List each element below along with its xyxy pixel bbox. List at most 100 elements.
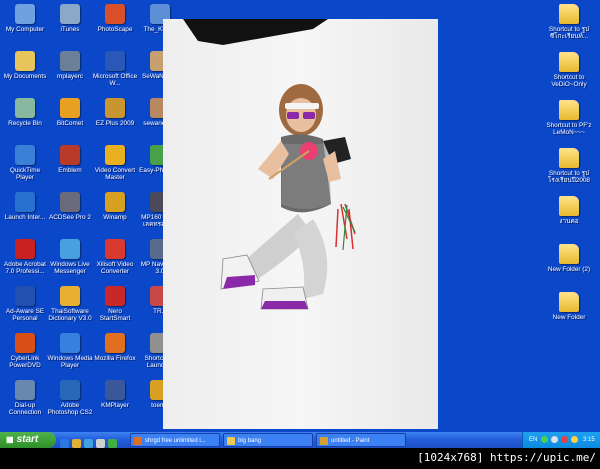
- mplayerc-icon: [60, 51, 80, 71]
- desktop-icon[interactable]: My Documents: [2, 51, 48, 80]
- emblem-icon: [60, 145, 80, 165]
- quick-launch-bar: [60, 435, 120, 448]
- desktop-icon-label: ACDSee Pro 2: [49, 214, 91, 221]
- taskbar-task-button[interactable]: shrgd free unlimited i...: [130, 433, 220, 447]
- powerdvd-icon: [15, 333, 35, 353]
- language-indicator[interactable]: EN: [529, 432, 537, 448]
- desktop-icon-label: New Folder: [552, 314, 586, 321]
- folder-icon: [559, 4, 579, 24]
- desktop-icon-label: QuickTime Player: [9, 167, 41, 182]
- desktop-icon[interactable]: Shortcut to รูป โรงเรียนปี2008: [546, 148, 592, 185]
- desktop-icon-label: EZ Plus 2009: [95, 120, 135, 127]
- video-convert-icon: [105, 145, 125, 165]
- firefox-task-icon: [134, 437, 142, 445]
- desktop-icon[interactable]: Nero StartSmart: [92, 286, 138, 323]
- desktop-icon-label: Recycle Bin: [8, 120, 42, 127]
- folder-icon: [559, 52, 579, 72]
- photoshop-icon: [60, 380, 80, 400]
- desktop-icon-label: Nero StartSmart: [99, 308, 131, 323]
- winamp-icon: [105, 192, 125, 212]
- desktop-icon-label: PhotoScape: [97, 26, 133, 33]
- windows-flag-icon: ▦: [6, 435, 14, 444]
- volume-icon[interactable]: [551, 436, 558, 443]
- desktop-icon[interactable]: Windows Media Player: [47, 333, 93, 370]
- desktop-icon[interactable]: BitComet: [47, 98, 93, 127]
- desktop-icon[interactable]: Adobe Acrobat 7.0 Professi...: [2, 239, 48, 276]
- ie-quicklaunch-icon[interactable]: [60, 439, 69, 448]
- task-label: big bang: [238, 438, 262, 444]
- desktop-icon[interactable]: Video Convert Master: [92, 145, 138, 182]
- messenger-quicklaunch-icon[interactable]: [108, 439, 117, 448]
- acdsee-icon: [60, 192, 80, 212]
- desktop-icon-label: Emblem: [58, 167, 82, 174]
- folder-icon: [559, 148, 579, 168]
- desktop-icon-label: Windows Live Messenger: [50, 261, 90, 276]
- desktop-icon[interactable]: My Computer: [2, 4, 48, 33]
- outlook-quicklaunch-icon[interactable]: [72, 439, 81, 448]
- desktop-icon[interactable]: Microsoft Office W...: [92, 51, 138, 88]
- desktop-icon[interactable]: CyberLink PowerDVD: [2, 333, 48, 370]
- media-quicklaunch-icon[interactable]: [84, 439, 93, 448]
- desktop-icon-label: Windows Media Player: [47, 355, 93, 370]
- desktop[interactable]: My Computer iTunes PhotoScape The_KMP... My …: [0, 0, 600, 432]
- desktop-icon-label: งานคอ: [559, 218, 579, 225]
- desktop-icon[interactable]: ACDSee Pro 2: [47, 192, 93, 221]
- desktop-icon-label: CyberLink PowerDVD: [9, 355, 41, 370]
- messenger-icon: [60, 239, 80, 259]
- network-icon[interactable]: [541, 436, 548, 443]
- xilisoft-icon: [105, 239, 125, 259]
- desktop-icon-label: Microsoft Office W...: [92, 73, 138, 88]
- desktop-icon[interactable]: New Folder: [546, 292, 592, 321]
- folder-icon: [559, 244, 579, 264]
- firefox-icon: [105, 333, 125, 353]
- desktop-icon[interactable]: iTunes: [47, 4, 93, 33]
- desktop-icon[interactable]: Adobe Photoshop CS2: [47, 380, 93, 417]
- photoscape-icon: [105, 4, 125, 24]
- tray-app-icon[interactable]: [571, 436, 578, 443]
- folder-icon: [559, 196, 579, 216]
- desktop-icon[interactable]: New Folder (2): [546, 244, 592, 273]
- nero-icon: [105, 286, 125, 306]
- desktop-icon-label: Shortcut to รูป โรงเรียนปี2008: [548, 170, 590, 185]
- taskbar-task-button[interactable]: big bang: [223, 433, 313, 447]
- desktop-icon-label: Mozilla Firefox: [94, 355, 136, 362]
- desktop-icon-label: My Documents: [3, 73, 47, 80]
- desktop-icon[interactable]: ThaiSoftware Dictionary V3.0: [47, 286, 93, 323]
- desktop-icon[interactable]: Shortcut to PF'z LeMoN~~~: [546, 100, 592, 137]
- desktop-icon-label: My Computer: [5, 26, 45, 33]
- desktop-icon-label: Xilisoft Video Converter: [96, 261, 134, 276]
- desktop-icon[interactable]: EZ Plus 2009: [92, 98, 138, 127]
- taskbar-task-button[interactable]: untitled - Paint: [316, 433, 406, 447]
- desktop-icon[interactable]: PhotoScape: [92, 4, 138, 33]
- desktop-icon[interactable]: Dial-up Connection: [2, 380, 48, 417]
- desktop-icon[interactable]: mplayerc: [47, 51, 93, 80]
- desktop-icon[interactable]: Xilisoft Video Converter: [92, 239, 138, 276]
- desktop-icon[interactable]: Ad-Aware SE Personal: [2, 286, 48, 323]
- itunes-icon: [60, 4, 80, 24]
- dialup-icon: [15, 380, 35, 400]
- photo-illustration: [183, 19, 356, 310]
- desktop-icon[interactable]: Launch Inter...: [2, 192, 48, 221]
- desktop-icon[interactable]: งานคอ: [546, 196, 592, 225]
- desktop-icon[interactable]: Shortcut to รูป ซีโกะเรียนท์...: [546, 4, 592, 41]
- paint-task-icon: [320, 437, 328, 445]
- task-label: shrgd free unlimited i...: [145, 438, 206, 444]
- desktop-icon-label: Shortcut to PF'z LeMoN~~~: [546, 122, 592, 137]
- show-desktop-icon[interactable]: [96, 439, 105, 448]
- desktop-icon[interactable]: Emblem: [47, 145, 93, 174]
- desktop-icon[interactable]: Winamp: [92, 192, 138, 221]
- desktop-icon[interactable]: KMPlayer: [92, 380, 138, 409]
- desktop-icon-label: iTunes: [60, 26, 80, 33]
- clock[interactable]: 3:15: [583, 432, 595, 448]
- word-icon: [105, 51, 125, 71]
- task-label: untitled - Paint: [331, 438, 370, 444]
- desktop-icon[interactable]: Shortcut to VeDiO~Only: [546, 52, 592, 89]
- start-button[interactable]: ▦ start: [0, 432, 56, 448]
- desktop-icon[interactable]: QuickTime Player: [2, 145, 48, 182]
- acrobat-icon: [15, 239, 35, 259]
- security-icon[interactable]: [561, 436, 568, 443]
- desktop-icon-label: KMPlayer: [101, 402, 129, 409]
- desktop-icon[interactable]: Windows Live Messenger: [47, 239, 93, 276]
- desktop-icon[interactable]: Mozilla Firefox: [92, 333, 138, 362]
- desktop-icon[interactable]: Recycle Bin: [2, 98, 48, 127]
